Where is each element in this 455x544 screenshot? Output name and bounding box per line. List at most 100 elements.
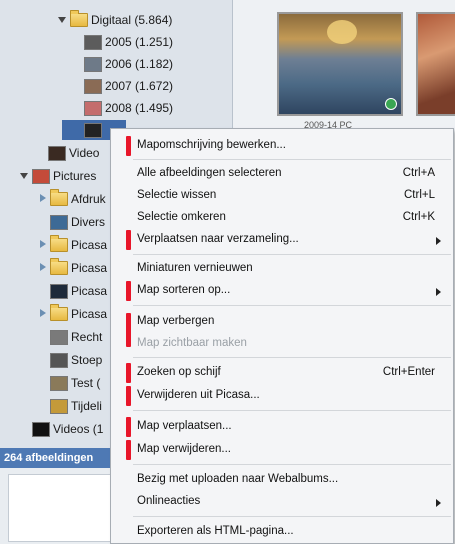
tree-item-label: Afdruk (71, 192, 106, 206)
menu-item-invert-selection[interactable]: Selectie omkeren Ctrl+K (111, 208, 453, 228)
menu-item-label: Selectie omkeren (137, 211, 226, 223)
tree-item-2008[interactable]: 2008 (1.495) (84, 98, 173, 118)
tree-item-picasa-3[interactable]: Picasa (50, 281, 107, 301)
menu-item-refresh-thumbnails[interactable]: Miniaturen vernieuwen (111, 259, 453, 279)
tree-item-picasa-4[interactable]: Picasa (38, 304, 107, 324)
tree-item-label: Tijdeli (71, 399, 102, 413)
menu-item-select-all[interactable]: Alle afbeeldingen selecteren Ctrl+A (111, 164, 453, 184)
tree-item-video[interactable]: Video (48, 143, 99, 163)
tree-item-digitaal[interactable]: Digitaal (5.864) (58, 10, 172, 30)
menu-item-shortcut: Ctrl+A (402, 167, 435, 179)
menu-item-shortcut: Ctrl+Enter (382, 366, 435, 378)
tree-item-videos[interactable]: Videos (1 (32, 419, 103, 439)
tree-item-label: Videos (1 (53, 422, 104, 436)
menu-item-delete-folder[interactable]: Map verwijderen... (111, 440, 453, 460)
folder-thumbnail-icon (50, 214, 68, 230)
tree-item-label: Picasa (71, 307, 108, 321)
tree-item-recht[interactable]: Recht (50, 327, 102, 347)
photo-thumbnail[interactable] (277, 12, 403, 116)
folder-icon (50, 189, 68, 206)
tree-item-divers[interactable]: Divers (50, 212, 105, 232)
tree-item-2007[interactable]: 2007 (1.672) (84, 76, 173, 96)
submenu-arrow-icon (436, 237, 441, 245)
menu-item-unhide-folder: Map zichtbaar maken (111, 334, 453, 354)
menu-item-clear-selection[interactable]: Selectie wissen Ctrl+L (111, 186, 453, 206)
collapse-arrow-icon[interactable] (38, 194, 48, 204)
menu-item-online-actions[interactable]: Onlineacties (111, 492, 453, 512)
folder-thumbnail-icon (84, 34, 102, 50)
tree-item-label: Video (69, 146, 100, 160)
menu-item-label: Onlineacties (137, 495, 201, 507)
tree-item-selected[interactable] (84, 120, 105, 140)
menu-separator (133, 357, 451, 358)
folder-thumbnail-icon (50, 398, 68, 414)
menu-item-label: Alle afbeeldingen selecteren (137, 167, 282, 179)
menu-item-sort-folder[interactable]: Map sorteren op... (111, 281, 453, 301)
menu-item-label: Verplaatsen naar verzameling... (137, 233, 299, 245)
menu-item-label: Miniaturen vernieuwen (137, 262, 253, 274)
menu-item-label: Map verwijderen... (137, 443, 231, 455)
folder-icon (50, 258, 68, 275)
collapse-arrow-icon[interactable] (38, 309, 48, 319)
tree-item-label: Picasa (71, 284, 108, 298)
menu-item-remove-from-picasa[interactable]: Verwijderen uit Picasa... (111, 386, 453, 406)
tree-item-picasa-1[interactable]: Picasa (38, 235, 107, 255)
menu-separator (133, 305, 451, 306)
menu-separator (133, 254, 451, 255)
tree-item-label: Picasa (71, 261, 108, 275)
menu-item-label: Map verplaatsen... (137, 420, 232, 432)
folder-thumbnail-icon (32, 168, 50, 184)
tree-item-label: Picasa (71, 238, 108, 252)
tree-item-test[interactable]: Test ( (50, 373, 100, 393)
menu-item-export-html[interactable]: Exporteren als HTML-pagina... (111, 522, 453, 542)
photo-thumbnail[interactable] (416, 12, 455, 116)
tree-item-label: Recht (71, 330, 103, 344)
tree-item-label: Divers (71, 215, 106, 229)
folder-thumbnail-icon (32, 421, 50, 437)
folder-thumbnail-icon (50, 375, 68, 391)
upload-status-icon (385, 98, 397, 110)
tree-item-stoep[interactable]: Stoep (50, 350, 102, 370)
folder-thumbnail-icon (84, 78, 102, 94)
submenu-arrow-icon (436, 499, 441, 507)
tree-item-picasa-2[interactable]: Picasa (38, 258, 107, 278)
menu-separator (133, 410, 451, 411)
collapse-arrow-icon[interactable] (38, 263, 48, 273)
tree-item-label: 2005 (1.251) (105, 35, 174, 49)
image-count-label: 264 afbeeldingen (4, 452, 94, 464)
folder-thumbnail-icon (84, 56, 102, 72)
menu-separator (133, 464, 451, 465)
expand-arrow-icon[interactable] (58, 15, 68, 25)
expand-arrow-icon[interactable] (20, 171, 30, 181)
menu-item-label: Mapomschrijving bewerken... (137, 139, 286, 151)
menu-item-label: Zoeken op schijf (137, 366, 221, 378)
tree-item-2006[interactable]: 2006 (1.182) (84, 54, 173, 74)
tree-item-label: Digitaal (5.864) (91, 13, 173, 27)
collapse-arrow-icon[interactable] (38, 240, 48, 250)
menu-item-label: Map verbergen (137, 315, 215, 327)
folder-icon (50, 235, 68, 252)
folder-thumbnail-icon (84, 100, 102, 116)
menu-item-label: Map zichtbaar maken (137, 337, 247, 349)
menu-item-label: Selectie wissen (137, 189, 217, 201)
menu-item-hide-folder[interactable]: Map verbergen (111, 312, 453, 332)
menu-separator (133, 159, 451, 160)
menu-item-label: Map sorteren op... (137, 284, 231, 296)
menu-item-shortcut: Ctrl+K (402, 211, 435, 223)
tree-item-label: 2008 (1.495) (105, 101, 174, 115)
folder-thumbnail-icon (48, 145, 66, 161)
menu-item-move-to-collection[interactable]: Verplaatsen naar verzameling... (111, 230, 453, 250)
folder-context-menu: Mapomschrijving bewerken... Alle afbeeld… (110, 128, 454, 544)
menu-item-locate-on-disk[interactable]: Zoeken op schijf Ctrl+Enter (111, 363, 453, 383)
menu-separator (133, 516, 451, 517)
menu-item-move-folder[interactable]: Map verplaatsen... (111, 417, 453, 437)
tree-item-tijdelijk[interactable]: Tijdeli (50, 396, 102, 416)
folder-thumbnail-icon (50, 352, 68, 368)
submenu-arrow-icon (436, 288, 441, 296)
tree-item-afdruk[interactable]: Afdruk (38, 189, 106, 209)
menu-item-edit-description[interactable]: Mapomschrijving bewerken... (111, 136, 453, 156)
tree-item-2005[interactable]: 2005 (1.251) (84, 32, 173, 52)
menu-item-label: Bezig met uploaden naar Webalbums... (137, 473, 339, 485)
menu-item-upload-webalbums[interactable]: Bezig met uploaden naar Webalbums... (111, 470, 453, 490)
tree-item-pictures[interactable]: Pictures (20, 166, 96, 186)
